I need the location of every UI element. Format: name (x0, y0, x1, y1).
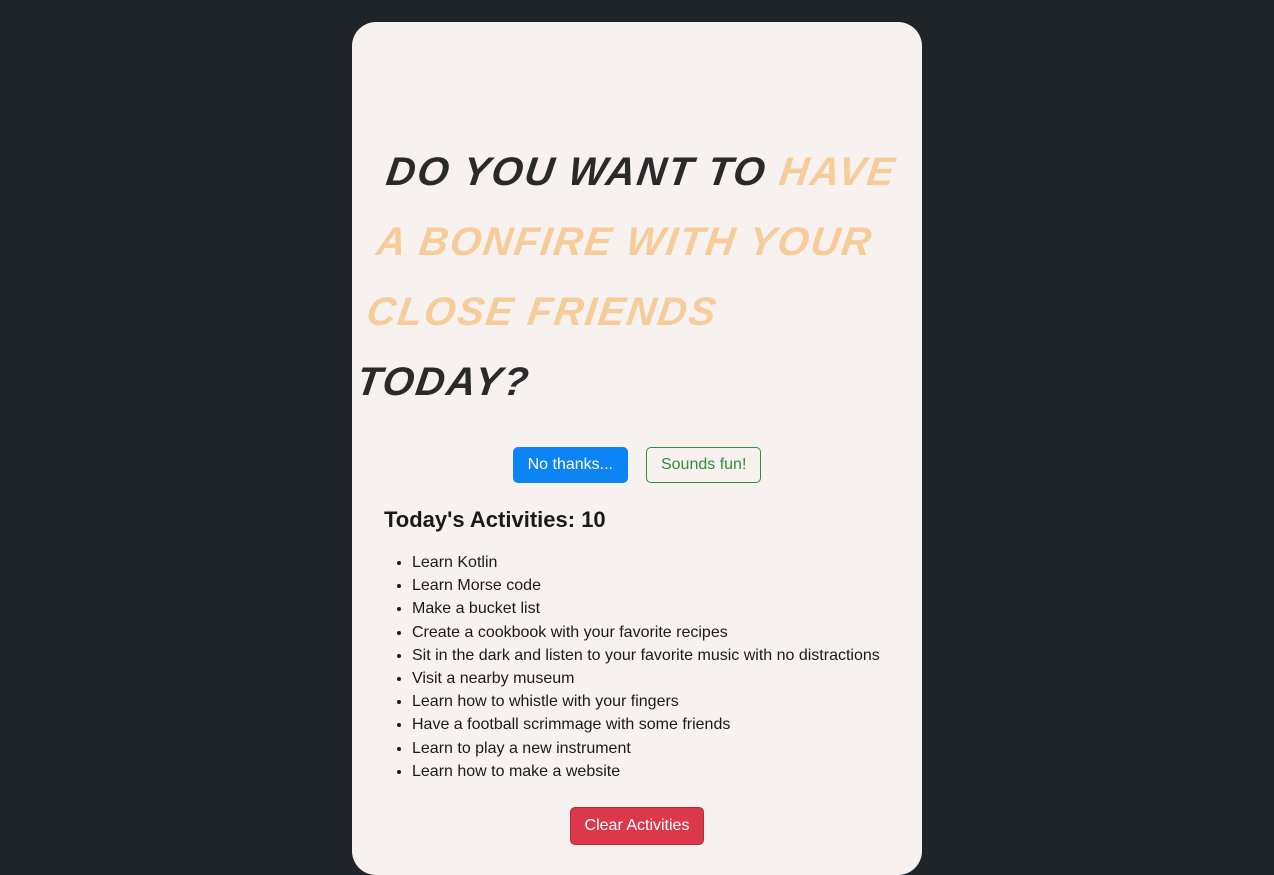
list-item: Learn Morse code (412, 574, 902, 597)
list-item: Learn how to make a website (412, 760, 902, 783)
activities-heading: Today's Activities: 10 (384, 507, 902, 533)
activity-prompt: Do you want to Have a bonfire with your … (352, 137, 921, 417)
list-item: Learn Kotlin (412, 551, 902, 574)
sounds-fun-button[interactable]: Sounds fun! (646, 447, 761, 483)
list-item: Visit a nearby museum (412, 667, 902, 690)
response-buttons: No thanks... Sounds fun! (372, 447, 902, 483)
clear-row: Clear Activities (372, 807, 902, 845)
prompt-suffix: today? (354, 360, 533, 404)
prompt-prefix: Do you want to (384, 150, 783, 194)
no-thanks-button[interactable]: No thanks... (513, 447, 628, 483)
list-item: Make a bucket list (412, 597, 902, 620)
clear-activities-button[interactable]: Clear Activities (570, 807, 705, 845)
activity-card: Do you want to Have a bonfire with your … (352, 22, 922, 875)
activities-heading-label: Today's Activities: (384, 507, 581, 532)
list-item: Learn to play a new instrument (412, 737, 902, 760)
activities-count: 10 (581, 507, 605, 532)
list-item: Create a cookbook with your favorite rec… (412, 621, 902, 644)
list-item: Have a football scrimmage with some frie… (412, 713, 902, 736)
activities-list: Learn Kotlin Learn Morse code Make a buc… (372, 551, 902, 783)
list-item: Sit in the dark and listen to your favor… (412, 644, 902, 667)
list-item: Learn how to whistle with your fingers (412, 690, 902, 713)
